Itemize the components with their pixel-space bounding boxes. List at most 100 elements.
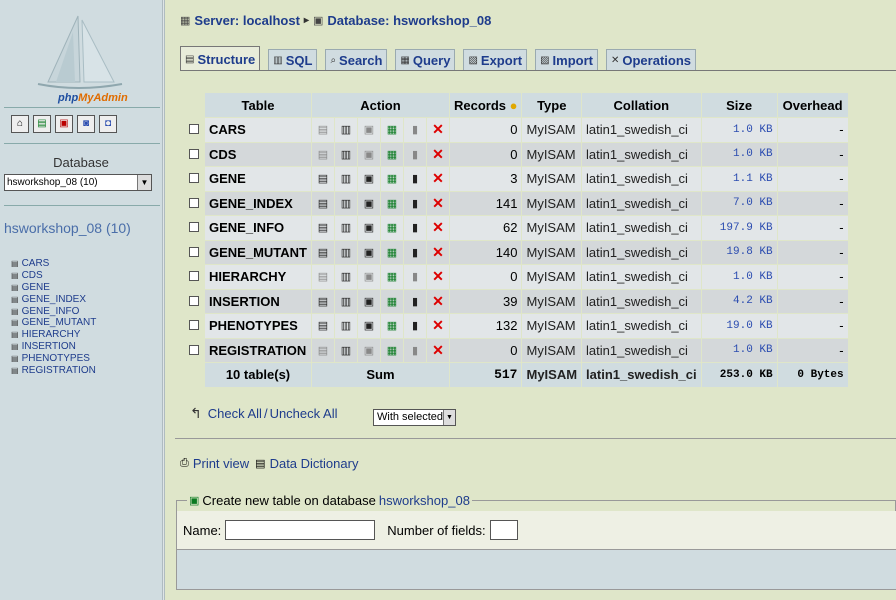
empty-icon[interactable]: ▮: [412, 198, 418, 210]
row-checkbox[interactable]: [189, 148, 199, 159]
sidebar-table-label[interactable]: GENE: [22, 282, 50, 294]
structure-icon[interactable]: ▥: [341, 124, 351, 136]
browse-icon[interactable]: ▤: [318, 198, 328, 210]
home-icon[interactable]: ⌂: [11, 115, 29, 133]
sidebar-table-item[interactable]: ▤ CARS: [11, 258, 96, 270]
frame-splitter[interactable]: [162, 0, 165, 600]
sidebar-table-item[interactable]: ▤ GENE_INFO: [11, 306, 96, 318]
search-icon[interactable]: ▣: [364, 296, 374, 308]
tab-sql[interactable]: ▥ SQL: [268, 49, 318, 71]
table-icon[interactable]: ▤: [11, 365, 19, 377]
sidebar-table-item[interactable]: ▤ CDS: [11, 270, 96, 282]
info-icon[interactable]: ●: [506, 98, 518, 113]
empty-icon[interactable]: ▮: [412, 296, 418, 308]
search-icon[interactable]: ▣: [364, 247, 374, 259]
sidebar-table-item[interactable]: ▤ INSERTION: [11, 341, 96, 353]
sidebar-table-label[interactable]: GENE_INDEX: [22, 294, 86, 306]
chevron-down-icon[interactable]: ▼: [443, 410, 455, 425]
sidebar-table-label[interactable]: HIERARCHY: [22, 329, 81, 341]
size-cell[interactable]: 1.0 KB: [701, 142, 777, 166]
sidebar-table-item[interactable]: ▤ GENE_MUTANT: [11, 317, 96, 329]
table-name[interactable]: GENE_MUTANT: [205, 240, 311, 264]
table-name[interactable]: HIERARCHY: [205, 265, 311, 289]
database-select[interactable]: hsworkshop_08 (10) ▼: [4, 174, 152, 191]
table-icon[interactable]: ▤: [11, 258, 19, 270]
check-all-link[interactable]: Check All: [208, 406, 262, 421]
table-name[interactable]: PHENOTYPES: [205, 314, 311, 338]
with-selected-select[interactable]: With selected: ▼: [373, 409, 456, 426]
sidebar-table-label[interactable]: INSERTION: [22, 341, 76, 353]
search-icon[interactable]: ▣: [364, 271, 374, 283]
sidebar-table-label[interactable]: REGISTRATION: [22, 365, 96, 377]
browse-icon[interactable]: ▤: [318, 124, 328, 136]
field-count-input[interactable]: [489, 520, 518, 540]
tab-search[interactable]: ⌕ Search: [325, 49, 388, 71]
structure-icon[interactable]: ▥: [341, 320, 351, 332]
structure-icon[interactable]: ▥: [341, 296, 351, 308]
row-checkbox[interactable]: [189, 246, 199, 257]
size-cell[interactable]: 1.0 KB: [701, 338, 777, 362]
structure-icon[interactable]: ▥: [341, 149, 351, 161]
browse-icon[interactable]: ▤: [318, 173, 328, 185]
insert-icon[interactable]: ▦: [387, 345, 397, 357]
browse-icon[interactable]: ▤: [318, 247, 328, 259]
sidebar-table-item[interactable]: ▤ GENE_INDEX: [11, 294, 96, 306]
tab-export[interactable]: ▧ Export: [463, 49, 528, 71]
drop-icon[interactable]: ✕: [432, 342, 444, 358]
search-icon[interactable]: ▣: [364, 198, 374, 210]
row-checkbox[interactable]: [189, 222, 199, 233]
insert-icon[interactable]: ▦: [387, 173, 397, 185]
sidebar-table-label[interactable]: CARS: [22, 258, 50, 270]
empty-icon[interactable]: ▮: [412, 320, 418, 332]
drop-icon[interactable]: ✕: [432, 121, 444, 137]
search-icon[interactable]: ▣: [364, 222, 374, 234]
browse-icon[interactable]: ▤: [318, 345, 328, 357]
empty-icon[interactable]: ▮: [412, 222, 418, 234]
table-icon[interactable]: ▤: [11, 353, 19, 365]
table-name[interactable]: GENE_INDEX: [205, 191, 311, 215]
search-icon[interactable]: ▣: [364, 345, 374, 357]
drop-icon[interactable]: ✕: [432, 195, 444, 211]
empty-icon[interactable]: ▮: [412, 345, 418, 357]
uncheck-all-link[interactable]: Uncheck All: [270, 406, 338, 421]
size-cell[interactable]: 19.0 KB: [701, 314, 777, 338]
tab-query[interactable]: ▦ Query: [395, 49, 456, 71]
insert-icon[interactable]: ▦: [387, 124, 397, 136]
browse-icon[interactable]: ▤: [318, 271, 328, 283]
row-checkbox[interactable]: [189, 197, 199, 208]
structure-icon[interactable]: ▥: [341, 247, 351, 259]
table-name[interactable]: REGISTRATION: [205, 338, 311, 362]
structure-icon[interactable]: ▥: [341, 345, 351, 357]
drop-icon[interactable]: ✕: [432, 219, 444, 235]
breadcrumb-database[interactable]: Database: hsworkshop_08: [327, 13, 491, 28]
drop-icon[interactable]: ✕: [432, 146, 444, 162]
search-icon[interactable]: ▣: [364, 124, 374, 136]
search-icon[interactable]: ▣: [364, 149, 374, 161]
search-icon[interactable]: ▣: [364, 320, 374, 332]
table-icon[interactable]: ▤: [11, 329, 19, 341]
sidebar-table-item[interactable]: ▤ REGISTRATION: [11, 365, 96, 377]
insert-icon[interactable]: ▦: [387, 247, 397, 259]
table-icon[interactable]: ▤: [11, 282, 19, 294]
browse-icon[interactable]: ▤: [318, 320, 328, 332]
browse-icon[interactable]: ▤: [318, 222, 328, 234]
tab-structure[interactable]: ▤ Structure: [180, 46, 261, 71]
tab-operations[interactable]: ✕ Operations: [605, 49, 696, 71]
empty-icon[interactable]: ▮: [412, 173, 418, 185]
docs-icon[interactable]: ◙: [77, 115, 95, 133]
drop-icon[interactable]: ✕: [432, 244, 444, 260]
insert-icon[interactable]: ▦: [387, 296, 397, 308]
table-icon[interactable]: ▤: [11, 341, 19, 353]
table-icon[interactable]: ▤: [11, 317, 19, 329]
table-name[interactable]: INSERTION: [205, 289, 311, 313]
sidebar-table-label[interactable]: CDS: [22, 270, 43, 282]
header-table[interactable]: Table: [205, 93, 311, 117]
size-cell[interactable]: 19.8 KB: [701, 240, 777, 264]
empty-icon[interactable]: ▮: [412, 247, 418, 259]
phpmyadmin-logo[interactable]: phpMyAdmin: [18, 12, 138, 104]
row-checkbox[interactable]: [189, 271, 199, 282]
sql-window-icon[interactable]: ▣: [55, 115, 73, 133]
empty-icon[interactable]: ▮: [412, 149, 418, 161]
table-icon[interactable]: ▤: [11, 270, 19, 282]
sidebar-table-label[interactable]: PHENOTYPES: [22, 353, 90, 365]
